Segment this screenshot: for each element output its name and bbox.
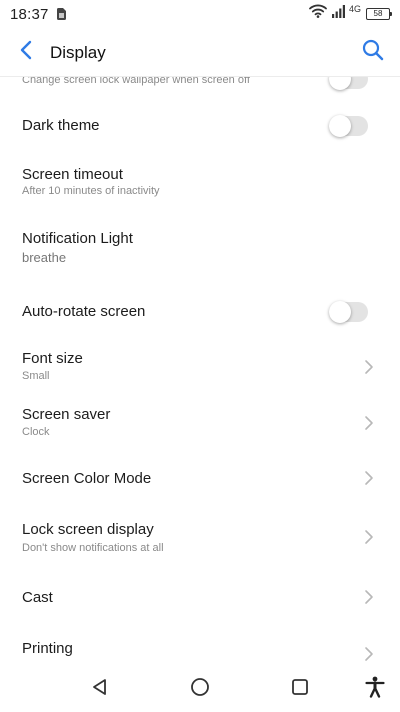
setting-lock-screen-display-subtitle: Don't show notifications at all [22, 542, 164, 554]
accessibility-icon [365, 676, 385, 703]
chevron-right-icon [362, 415, 376, 431]
chevron-right-icon [362, 589, 376, 605]
setting-notification-light-subtitle: breathe [22, 250, 67, 265]
sim-card-icon [56, 8, 66, 20]
signal-icon [331, 4, 346, 23]
network-type: 4G [348, 3, 361, 14]
setting-screen-timeout[interactable]: Screen timeout After 10 minutes of inact… [0, 157, 400, 213]
chevron-left-icon [19, 40, 33, 65]
search-button[interactable] [360, 39, 386, 65]
circle-home-icon [190, 677, 210, 702]
setting-cast-title: Cast [22, 589, 53, 606]
setting-font-size-subtitle: Small [22, 370, 50, 382]
setting-lock-wallpaper[interactable]: Change screen lock wallpaper when screen… [0, 77, 400, 97]
accessibility-button[interactable] [360, 674, 390, 704]
setting-screen-timeout-subtitle: After 10 minutes of inactivity [22, 185, 160, 197]
navigation-bar [0, 664, 400, 712]
battery-icon: 58 [366, 7, 392, 20]
search-icon [362, 39, 384, 66]
settings-list[interactable]: Change screen lock wallpaper when screen… [0, 77, 400, 664]
dark-theme-toggle[interactable] [329, 115, 368, 137]
lock-wallpaper-toggle[interactable] [329, 77, 368, 90]
status-indicators: 4G 58 [309, 3, 392, 23]
nav-home-button[interactable] [185, 674, 215, 704]
setting-font-size-title: Font size [22, 350, 83, 367]
battery-level: 58 [373, 9, 383, 18]
app-header: Display [0, 28, 400, 76]
wifi-icon [309, 4, 327, 23]
setting-auto-rotate-title: Auto-rotate screen [22, 303, 146, 320]
setting-printing[interactable]: Printing [0, 627, 400, 664]
setting-notification-light[interactable]: Notification Light breathe [0, 221, 400, 281]
setting-lock-screen-display[interactable]: Lock screen display Don't show notificat… [0, 511, 400, 567]
setting-lock-screen-display-title: Lock screen display [22, 521, 154, 538]
setting-screen-saver-title: Screen saver [22, 406, 111, 423]
toggle-knob [329, 301, 351, 323]
chevron-right-icon [362, 529, 376, 545]
nav-back-button[interactable] [85, 674, 115, 704]
status-bar: 18:37 4G 58 [0, 0, 400, 28]
toggle-knob [329, 77, 351, 90]
toggle-knob [329, 115, 351, 137]
square-recents-icon [291, 678, 309, 701]
setting-screen-timeout-title: Screen timeout [22, 166, 123, 183]
auto-rotate-toggle[interactable] [329, 301, 368, 323]
setting-font-size[interactable]: Font size Small [0, 341, 400, 397]
setting-screen-saver-subtitle: Clock [22, 426, 50, 438]
setting-printing-title: Printing [22, 640, 73, 657]
nav-recents-button[interactable] [285, 674, 315, 704]
chevron-right-icon [362, 646, 376, 662]
chevron-right-icon [362, 470, 376, 486]
triangle-back-icon [91, 678, 109, 701]
setting-notification-light-title: Notification Light [22, 230, 133, 247]
setting-screen-color-mode[interactable]: Screen Color Mode [0, 453, 400, 503]
setting-dark-theme[interactable]: Dark theme [0, 99, 400, 151]
setting-lock-wallpaper-subtitle: Change screen lock wallpaper when screen… [22, 77, 250, 86]
back-button[interactable] [14, 40, 38, 64]
setting-dark-theme-title: Dark theme [22, 117, 100, 134]
setting-cast[interactable]: Cast [0, 573, 400, 623]
page-title: Display [50, 43, 106, 62]
chevron-right-icon [362, 359, 376, 375]
setting-screen-saver[interactable]: Screen saver Clock [0, 397, 400, 453]
status-time: 18:37 [10, 5, 49, 23]
setting-auto-rotate[interactable]: Auto-rotate screen [0, 285, 400, 337]
setting-screen-color-mode-title: Screen Color Mode [22, 470, 152, 487]
